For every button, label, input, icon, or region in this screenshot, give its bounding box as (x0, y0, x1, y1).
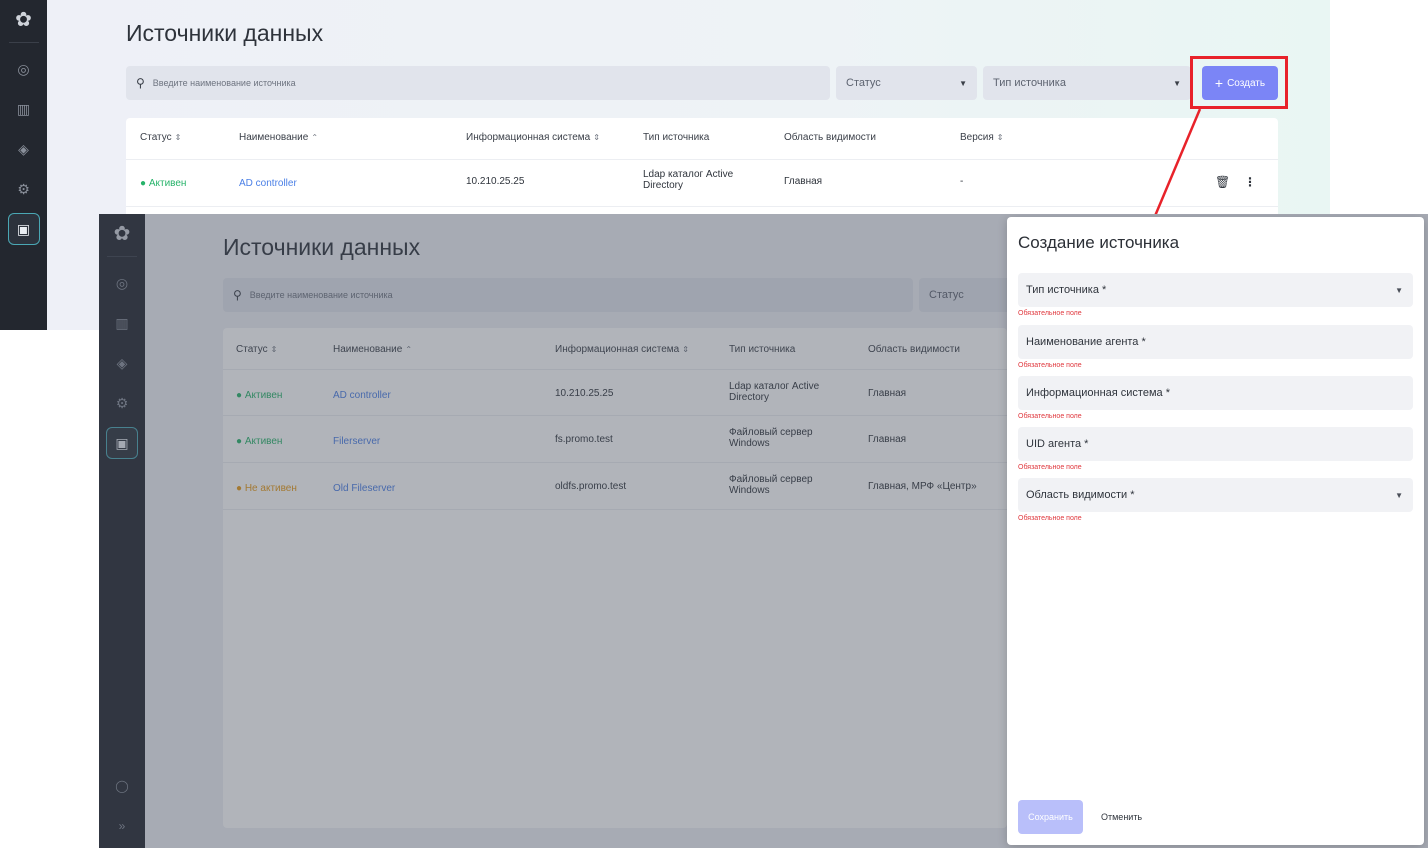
col-version[interactable]: Версия ⇕ (960, 132, 1004, 143)
field-label: Наименование агента * (1026, 336, 1146, 348)
search-placeholder: Введите наименование источника (152, 78, 296, 88)
source-type-select[interactable]: Тип источника * ▼ (1018, 273, 1413, 307)
type-filter-label: Тип источника (993, 77, 1066, 89)
col-status[interactable]: Статус ⇕ (140, 132, 181, 143)
foreground-screen: ✿ ◎ ▥ ◈ ⚙ ▣ ◯ » Источники данных ⚲ Введи… (99, 214, 1428, 848)
field-label: UID агента * (1026, 438, 1089, 450)
sort-icon: ⇕ (996, 133, 1004, 142)
layers-icon[interactable]: ◈ (8, 133, 40, 165)
logo-icon: ✿ (15, 9, 32, 31)
status-filter-label: Статус (846, 77, 881, 89)
chart-icon[interactable]: ▥ (8, 93, 40, 125)
sidebar: ✿ ◎ ▥ ◈ ⚙ ▣ (0, 0, 47, 330)
create-source-dialog: Создание источника Тип источника * ▼ Обя… (1007, 217, 1424, 845)
version-value: - (960, 176, 964, 187)
sort-icon: ⇕ (174, 133, 182, 142)
field-label: Тип источника * (1026, 284, 1107, 296)
cancel-button[interactable]: Отменить (1101, 800, 1142, 834)
page-title: Источники данных (126, 20, 324, 46)
monitor-icon[interactable]: ▣ (7, 213, 40, 245)
system-value: 10.210.25.25 (466, 176, 525, 187)
agent-name-field[interactable]: Наименование агента * (1018, 325, 1413, 359)
col-system[interactable]: Информационная система ⇕ (466, 132, 600, 143)
status-badge: ● Активен (140, 178, 187, 189)
dialog-title: Создание источника (1018, 233, 1180, 252)
scope-select[interactable]: Область видимости * ▼ (1018, 478, 1413, 512)
more-icon[interactable]: ⋮ (1244, 175, 1256, 189)
scope-value: Главная (784, 176, 823, 187)
eye-icon[interactable]: ◎ (8, 53, 40, 85)
col-scope: Область видимости (784, 132, 876, 143)
field-label: Область видимости * (1026, 489, 1135, 501)
status-filter[interactable]: Статус ▼ (836, 66, 977, 100)
save-button[interactable]: Сохранить (1018, 800, 1083, 834)
chevron-down-icon: ▼ (959, 78, 967, 88)
table-row[interactable]: ● Активен AD controller 10.210.25.25 Lda… (126, 160, 1278, 207)
table-header: Статус ⇕ Наименование ⌃ Информационная сис… (126, 118, 1278, 160)
trash-icon[interactable]: 🗑 (1215, 175, 1230, 189)
sort-asc-icon: ⌃ (311, 133, 319, 142)
error-message: Обязательное поле (1018, 464, 1082, 471)
chevron-down-icon: ▼ (1395, 490, 1403, 500)
sidebar-divider (8, 42, 39, 43)
gear-icon[interactable]: ⚙ (8, 173, 40, 205)
chevron-down-icon: ▼ (1395, 285, 1403, 295)
highlight-box (1190, 56, 1288, 109)
error-message: Обязательное поле (1018, 515, 1082, 522)
field-label: Информационная система * (1026, 387, 1170, 399)
source-name-link[interactable]: AD controller (239, 178, 297, 189)
error-message: Обязательное поле (1018, 362, 1082, 369)
type-value: Ldap каталог Active Directory (643, 169, 734, 191)
info-system-field[interactable]: Информационная система * (1018, 376, 1413, 410)
error-message: Обязательное поле (1018, 413, 1082, 420)
agent-uid-field[interactable]: UID агента * (1018, 427, 1413, 461)
error-message: Обязательное поле (1018, 310, 1082, 317)
col-name[interactable]: Наименование ⌃ (239, 132, 318, 143)
sort-icon: ⇕ (593, 133, 600, 142)
chevron-down-icon: ▼ (1173, 78, 1181, 88)
search-input[interactable]: ⚲ Введите наименование источника (126, 66, 830, 100)
type-filter[interactable]: Тип источника ▼ (983, 66, 1191, 100)
col-type: Тип источника (643, 132, 710, 143)
search-icon: ⚲ (136, 76, 145, 90)
